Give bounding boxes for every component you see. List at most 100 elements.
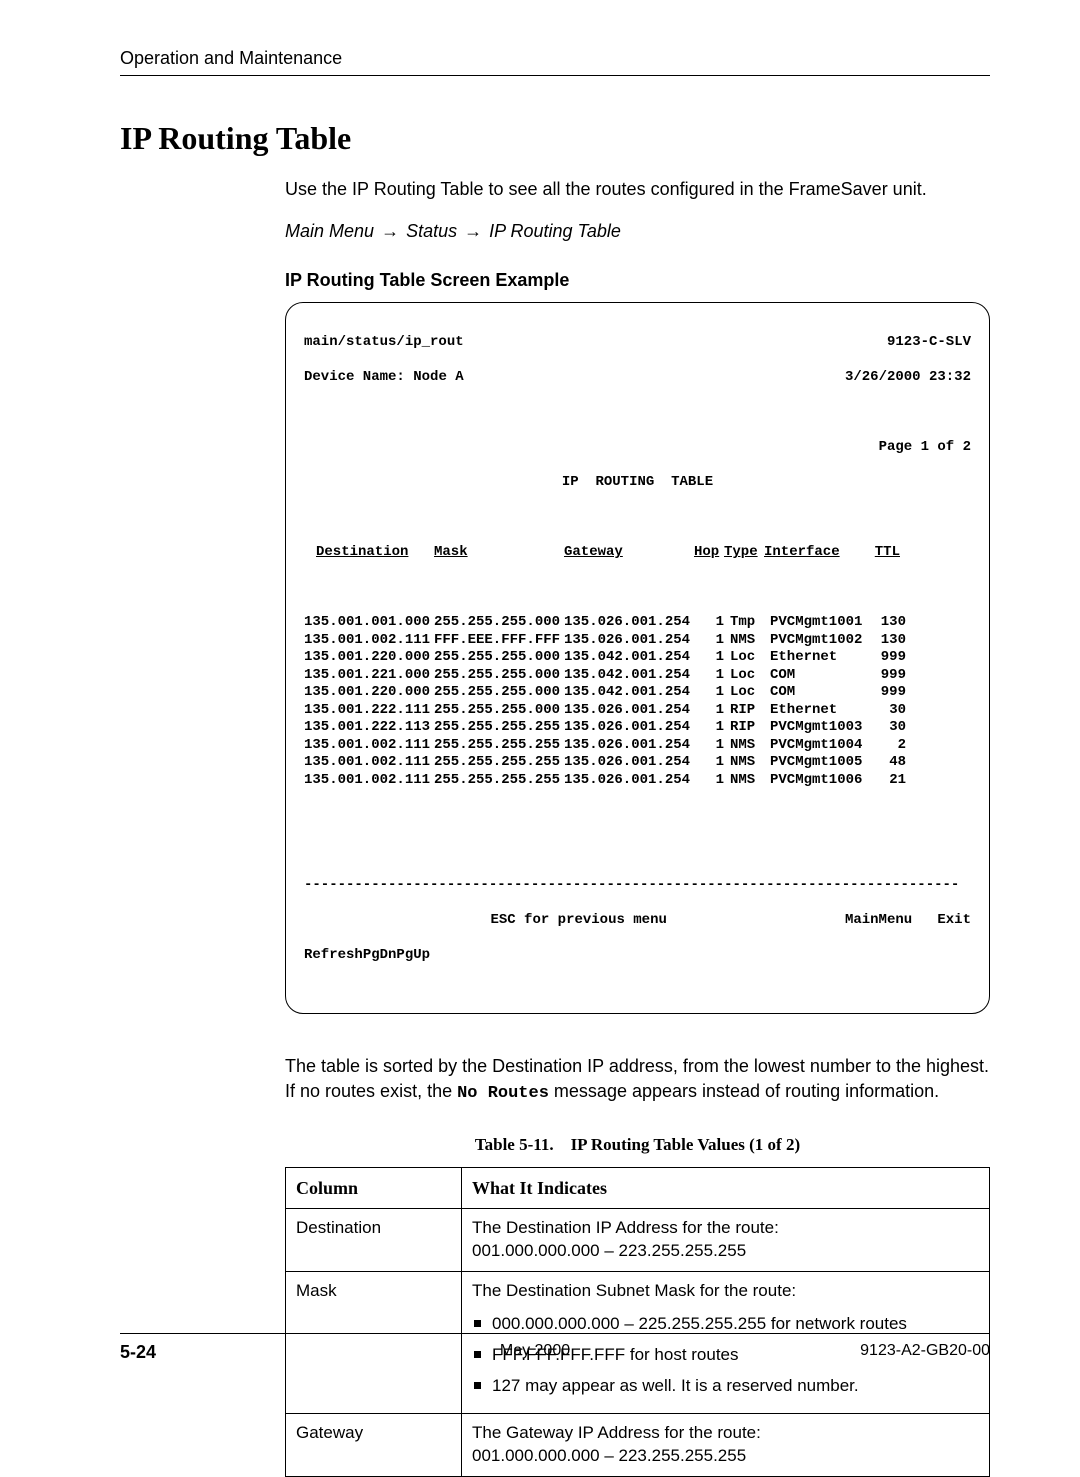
cell-gateway: 135.042.001.254: [564, 667, 694, 685]
cell-type: Loc: [730, 684, 770, 702]
cell-ttl: 130: [872, 632, 906, 650]
cell-gateway: 135.026.001.254: [564, 614, 694, 632]
breadcrumb-2: Status: [406, 221, 457, 241]
refresh-action[interactable]: Refresh: [304, 947, 363, 965]
cell-type: Loc: [730, 649, 770, 667]
breadcrumb-3: IP Routing Table: [489, 221, 621, 241]
pgdn-action[interactable]: PgDn: [363, 947, 397, 965]
cell-gateway: 135.026.001.254: [564, 737, 694, 755]
post-para-b: message appears instead of routing infor…: [549, 1081, 939, 1101]
cell-destination: 135.001.220.000: [304, 649, 434, 667]
terminal-page-indicator: Page 1 of 2: [879, 439, 971, 457]
cell-mask: 255.255.255.000: [434, 614, 564, 632]
cell-interface: COM: [770, 667, 872, 685]
cell-destination: 135.001.221.000: [304, 667, 434, 685]
cell-interface: Ethernet: [770, 702, 872, 720]
cell-gateway: 135.026.001.254: [564, 754, 694, 772]
cell-ttl: 30: [872, 719, 906, 737]
arrow-icon: →: [462, 221, 484, 241]
cell-destination: 135.001.222.111: [304, 702, 434, 720]
cell-ttl: 48: [872, 754, 906, 772]
cell-mask: 255.255.255.000: [434, 702, 564, 720]
table-row: 135.001.001.000255.255.255.000135.026.00…: [304, 614, 971, 632]
cell-destination: 135.001.002.111: [304, 772, 434, 790]
table-row: 135.001.002.111255.255.255.255135.026.00…: [304, 754, 971, 772]
terminal-model: 9123-C-SLV: [887, 334, 971, 352]
cell-mask: 255.255.255.000: [434, 667, 564, 685]
cell-gateway: 135.042.001.254: [564, 649, 694, 667]
no-routes-code: No Routes: [457, 1084, 549, 1103]
terminal-esc-hint: ESC for previous menu: [490, 912, 666, 930]
cell-type: NMS: [730, 754, 770, 772]
cell-destination: 135.001.220.000: [304, 684, 434, 702]
cell-hop: 1: [694, 702, 730, 720]
cell-column-name: Destination: [286, 1208, 462, 1271]
cell-mask: 255.255.255.000: [434, 684, 564, 702]
cell-gateway: 135.026.001.254: [564, 632, 694, 650]
col-hdr-gateway: Gateway: [564, 544, 694, 562]
cell-ttl: 2: [872, 737, 906, 755]
cell-interface: PVCMgmt1006: [770, 772, 872, 790]
cell-type: NMS: [730, 772, 770, 790]
page-title: IP Routing Table: [120, 120, 990, 157]
col-hdr-hop: Hop: [694, 544, 724, 562]
table-row: 135.001.220.000255.255.255.000135.042.00…: [304, 684, 971, 702]
cell-hop: 1: [694, 684, 730, 702]
cell-type: NMS: [730, 737, 770, 755]
table-caption: Table 5-11. IP Routing Table Values (1 o…: [285, 1134, 990, 1157]
cell-ttl: 999: [872, 649, 906, 667]
cell-hop: 1: [694, 754, 730, 772]
cell-mask: 255.255.255.255: [434, 754, 564, 772]
cell-interface: PVCMgmt1005: [770, 754, 872, 772]
footer-docid: 9123-A2-GB20-00: [790, 1342, 990, 1363]
intro-paragraph: Use the IP Routing Table to see all the …: [285, 177, 990, 201]
cell-gateway: 135.042.001.254: [564, 684, 694, 702]
cell-hop: 1: [694, 719, 730, 737]
cell-ttl: 30: [872, 702, 906, 720]
device-name-label: Device Name:: [304, 369, 405, 385]
arrow-icon: →: [379, 221, 401, 241]
cell-mask: 255.255.255.255: [434, 772, 564, 790]
col-hdr-interface: Interface: [764, 544, 866, 562]
terminal-path: main/status/ip_rout: [304, 334, 464, 352]
table-row: 135.001.002.111255.255.255.255135.026.00…: [304, 772, 971, 790]
exit-action[interactable]: Exit: [937, 912, 971, 928]
cell-hop: 1: [694, 772, 730, 790]
cell-type: RIP: [730, 719, 770, 737]
terminal-screen: main/status/ip_rout 9123-C-SLV Device Nam…: [285, 302, 990, 1015]
post-paragraph: The table is sorted by the Destination I…: [285, 1054, 990, 1105]
terminal-title: IP ROUTING TABLE: [304, 474, 971, 492]
cell-gateway: 135.026.001.254: [564, 702, 694, 720]
cell-type: RIP: [730, 702, 770, 720]
cell-interface: COM: [770, 684, 872, 702]
page-footer: 5-24 May 2000 9123-A2-GB20-00: [120, 1333, 990, 1363]
screen-caption: IP Routing Table Screen Example: [285, 268, 990, 292]
cell-interface: PVCMgmt1004: [770, 737, 872, 755]
footer-date: May 2000: [280, 1342, 790, 1363]
table-row: 135.001.002.111255.255.255.255135.026.00…: [304, 737, 971, 755]
th-what: What It Indicates: [462, 1167, 990, 1208]
cell-column-name: Gateway: [286, 1414, 462, 1477]
mainmenu-action[interactable]: MainMenu: [845, 912, 912, 928]
pgup-action[interactable]: PgUp: [396, 947, 430, 965]
cell-destination: 135.001.001.000: [304, 614, 434, 632]
terminal-header-row: DestinationMaskGatewayHopTypeInterfaceTT…: [304, 544, 971, 562]
table-row: GatewayThe Gateway IP Address for the ro…: [286, 1414, 990, 1477]
col-hdr-type: Type: [724, 544, 764, 562]
cell-destination: 135.001.002.111: [304, 737, 434, 755]
cell-hop: 1: [694, 667, 730, 685]
cell-interface: PVCMgmt1003: [770, 719, 872, 737]
cell-mask: FFF.EEE.FFF.FFF: [434, 632, 564, 650]
cell-interface: Ethernet: [770, 649, 872, 667]
cell-hop: 1: [694, 614, 730, 632]
terminal-divider: ----------------------------------------…: [304, 877, 971, 895]
cell-ttl: 130: [872, 614, 906, 632]
terminal-timestamp: 3/26/2000 23:32: [845, 369, 971, 387]
cell-destination: 135.001.002.111: [304, 632, 434, 650]
cell-destination: 135.001.002.111: [304, 754, 434, 772]
device-name-value: Node A: [413, 369, 463, 385]
breadcrumb: Main Menu → Status → IP Routing Table: [285, 219, 990, 243]
cell-mask: 255.255.255.255: [434, 719, 564, 737]
list-item: 127 may appear as well. It is a reserved…: [472, 1375, 979, 1398]
cell-description: The Gateway IP Address for the route:001…: [462, 1414, 990, 1477]
